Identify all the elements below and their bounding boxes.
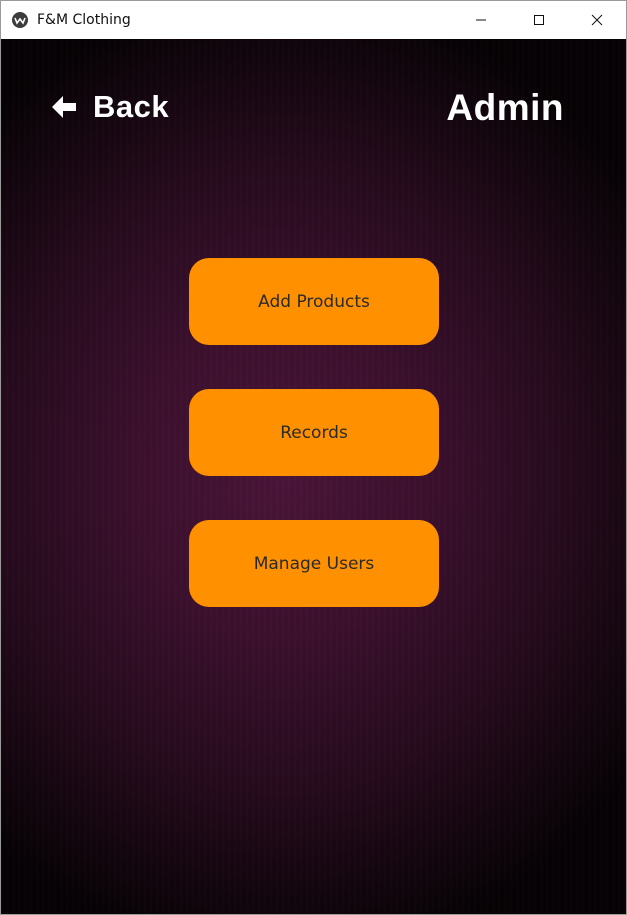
close-button[interactable]: [568, 1, 626, 39]
add-products-button[interactable]: Add Products: [189, 258, 439, 345]
close-icon: [591, 14, 603, 26]
maximize-icon: [534, 15, 544, 25]
minimize-icon: [476, 19, 486, 21]
back-label: Back: [93, 89, 170, 124]
window-controls: [452, 1, 626, 39]
app-logo-icon: [12, 12, 28, 28]
maximize-button[interactable]: [510, 1, 568, 39]
app-window: F&M Clothing Back Admin Add Products Rec…: [0, 0, 627, 915]
records-button[interactable]: Records: [189, 389, 439, 476]
arrow-left-icon: [52, 96, 76, 118]
admin-screen: Back Admin Add Products Records Manage U…: [1, 39, 626, 914]
minimize-button[interactable]: [452, 1, 510, 39]
window-title: F&M Clothing: [37, 12, 131, 28]
back-button[interactable]: Back: [51, 89, 169, 125]
title-bar[interactable]: F&M Clothing: [1, 1, 626, 39]
page-title: Admin: [446, 87, 564, 128]
manage-users-button[interactable]: Manage Users: [189, 520, 439, 607]
